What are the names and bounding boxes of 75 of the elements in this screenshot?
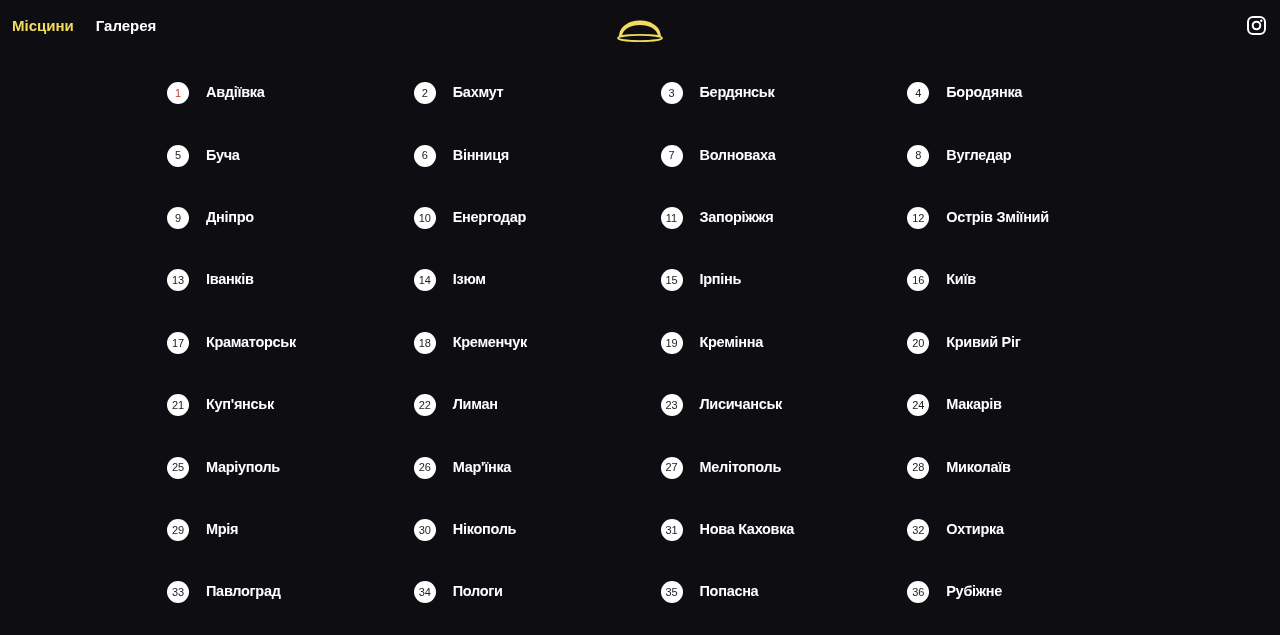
number-badge: 24 xyxy=(907,394,930,417)
number-badge: 14 xyxy=(413,269,436,292)
place-link[interactable]: Охтирка xyxy=(946,519,1004,541)
nav-link[interactable]: Галерея xyxy=(95,14,157,38)
place-link[interactable]: Буча xyxy=(206,144,240,167)
place-link[interactable]: Мелітополь xyxy=(699,456,782,479)
number-badge: 32 xyxy=(907,518,930,541)
place-link[interactable]: Мрія xyxy=(206,519,239,541)
place-link[interactable]: Енергодар xyxy=(452,207,527,229)
number-badge: 21 xyxy=(167,394,189,417)
number-badge: 36 xyxy=(907,581,930,604)
number-badge: 23 xyxy=(660,394,683,417)
number-badge: 12 xyxy=(907,206,930,229)
place-link[interactable]: Вінниця xyxy=(452,144,509,167)
place-link[interactable]: Кривий Ріг xyxy=(946,331,1021,354)
place-link[interactable]: Бердянськ xyxy=(699,82,775,105)
place-link[interactable]: Павлоград xyxy=(206,581,281,604)
place-link[interactable]: Лисичанськ xyxy=(699,394,783,416)
number-badge: 1 xyxy=(167,82,189,105)
instagram-icon[interactable] xyxy=(1247,16,1266,35)
number-badge: 28 xyxy=(907,456,930,479)
place-link[interactable]: Маріуполь xyxy=(206,456,280,479)
nav-link[interactable]: Місцини xyxy=(12,14,74,38)
place-link[interactable]: Ізюм xyxy=(452,269,486,292)
number-badge: 11 xyxy=(660,206,683,229)
place-link[interactable]: Нова Каховка xyxy=(699,519,794,541)
number-badge: 8 xyxy=(907,144,930,167)
number-badge: 9 xyxy=(167,206,189,229)
number-badge: 26 xyxy=(413,456,436,479)
place-link[interactable]: Іванків xyxy=(206,269,254,292)
number-badge: 20 xyxy=(907,331,930,354)
place-link[interactable]: Вугледар xyxy=(946,144,1012,167)
place-link[interactable]: Запоріжжя xyxy=(699,207,774,229)
number-badge: 13 xyxy=(167,269,189,292)
number-badge: 25 xyxy=(167,456,189,479)
place-link[interactable]: Миколаїв xyxy=(946,456,1011,479)
number-badge: 31 xyxy=(660,518,683,541)
number-badge: 34 xyxy=(413,581,436,604)
number-badge: 18 xyxy=(413,331,436,354)
place-link[interactable]: Волноваха xyxy=(699,144,776,167)
number-badge: 4 xyxy=(907,82,930,105)
place-link[interactable]: Кремінна xyxy=(699,331,763,354)
number-badge: 17 xyxy=(167,331,189,354)
place-link[interactable]: Попасна xyxy=(699,581,759,604)
number-badge: 30 xyxy=(413,518,436,541)
number-badge: 2 xyxy=(413,82,436,105)
place-link[interactable]: Рубіжне xyxy=(946,581,1002,604)
number-badge: 6 xyxy=(413,144,436,167)
place-link[interactable]: Авдіївка xyxy=(206,82,265,105)
place-link[interactable]: Бородянка xyxy=(946,82,1023,105)
number-badge: 35 xyxy=(660,581,683,604)
number-badge: 10 xyxy=(413,206,436,229)
number-badge: 5 xyxy=(167,144,189,167)
place-link[interactable]: Пологи xyxy=(452,581,503,604)
place-link[interactable]: Макарів xyxy=(946,394,1002,416)
number-badge: 22 xyxy=(413,394,436,417)
number-badge: 27 xyxy=(660,456,683,479)
place-link[interactable]: Лиман xyxy=(452,394,498,416)
number-badge: 16 xyxy=(907,269,930,292)
place-link[interactable]: Бахмут xyxy=(452,82,504,105)
place-link[interactable]: Куп'янськ xyxy=(206,394,274,416)
number-badge: 29 xyxy=(167,518,189,541)
place-link[interactable]: Кременчук xyxy=(452,331,527,354)
place-link[interactable]: Дніпро xyxy=(206,207,254,229)
number-badge: 3 xyxy=(660,82,683,105)
place-link[interactable]: Ірпінь xyxy=(699,269,742,292)
number-badge: 7 xyxy=(660,144,683,167)
place-link[interactable]: Краматорськ xyxy=(206,331,296,354)
place-link[interactable]: Острів Зміїний xyxy=(946,207,1049,229)
number-badge: 33 xyxy=(167,581,189,604)
number-badge: 15 xyxy=(660,269,683,292)
number-badge: 19 xyxy=(660,331,683,354)
place-link[interactable]: Київ xyxy=(946,269,976,292)
place-link[interactable]: Нікополь xyxy=(452,519,517,541)
place-link[interactable]: Мар'їнка xyxy=(452,456,512,479)
